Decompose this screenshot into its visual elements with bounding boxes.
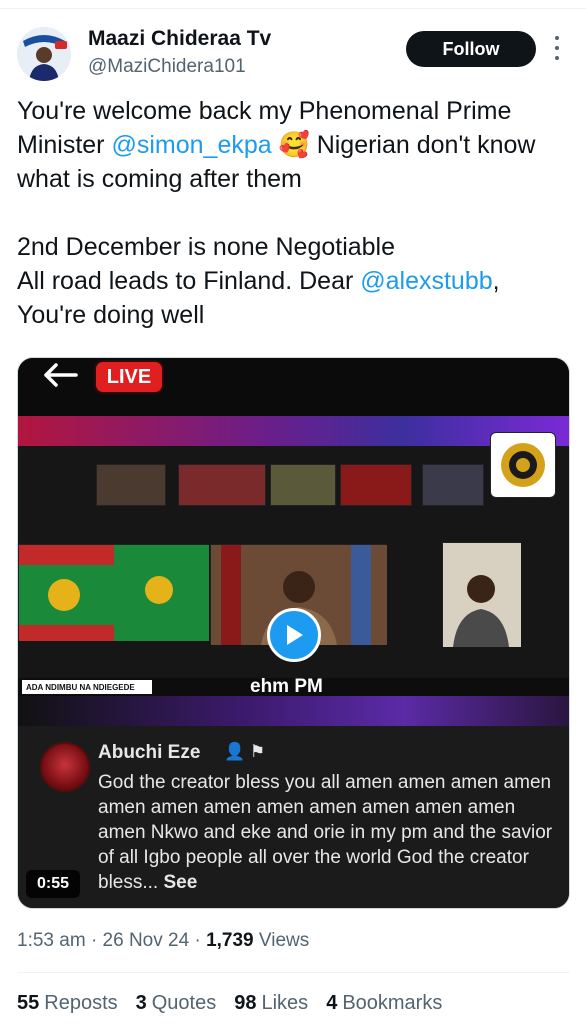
ada-label: ADA NDIMBU NA NDIEGEDE bbox=[22, 680, 152, 694]
tweet-date[interactable]: 26 Nov 24 bbox=[103, 930, 190, 951]
tweet-line: Minister @simon_ekpa 🥰 Nigerian don't kn… bbox=[17, 131, 536, 159]
see-more-link: See bbox=[163, 872, 198, 893]
overlay-caption: ehm PM bbox=[250, 676, 323, 697]
live-comment: Abuchi Eze 👤 ⚑ God the creator bless you… bbox=[18, 726, 569, 908]
quotes-stat[interactable]: 3 Quotes bbox=[136, 992, 217, 1015]
meta-divider bbox=[17, 972, 570, 973]
author-block: Maazi Chideraa Tv @MaziChidera101 bbox=[88, 27, 271, 79]
views-count: 1,739 bbox=[206, 930, 254, 951]
mention-link[interactable]: @simon_ekpa bbox=[111, 131, 271, 159]
video-tile bbox=[270, 464, 336, 506]
tweet-line: 2nd December is none Negotiable bbox=[17, 233, 396, 261]
video-media[interactable]: LIVE ADA NDIMBU NA NDIEGEDE ehm PM Abuch… bbox=[17, 357, 570, 909]
play-icon[interactable] bbox=[267, 608, 321, 662]
tweet-line: You're doing well bbox=[17, 301, 205, 329]
video-tile bbox=[18, 544, 209, 641]
video-tile bbox=[96, 464, 166, 506]
video-duration: 0:55 bbox=[26, 870, 80, 898]
tweet-meta: 1:53 am · 26 Nov 24 · 1,739 Views bbox=[17, 930, 310, 951]
engagement-stats: 55 Reposts 3 Quotes 98 Likes 4 Bookmarks bbox=[17, 992, 442, 1015]
tweet-line: what is coming after them bbox=[17, 165, 302, 193]
author-name[interactable]: Maazi Chideraa Tv bbox=[88, 27, 271, 51]
follow-button[interactable]: Follow bbox=[406, 31, 536, 67]
reposts-stat[interactable]: 55 Reposts bbox=[17, 992, 118, 1015]
mention-link[interactable]: @alexstubb bbox=[360, 267, 492, 295]
video-tile bbox=[340, 464, 412, 506]
author-handle[interactable]: @MaziChidera101 bbox=[88, 55, 271, 79]
commenter-badges: 👤 ⚑ bbox=[224, 742, 265, 762]
flag-icon: ⚑ bbox=[249, 742, 266, 761]
commenter-avatar bbox=[40, 742, 90, 792]
top-divider bbox=[0, 8, 586, 9]
tweet-text: You're welcome back my Phenomenal Prime … bbox=[17, 94, 573, 332]
person-add-icon: 👤 bbox=[224, 742, 246, 761]
comment-text: God the creator bless you all amen amen … bbox=[98, 772, 553, 893]
tweet-line: You're welcome back my Phenomenal Prime bbox=[17, 97, 512, 125]
back-arrow-icon bbox=[40, 360, 80, 395]
live-badge: LIVE bbox=[94, 360, 164, 394]
video-tile bbox=[422, 464, 484, 506]
more-icon[interactable] bbox=[546, 36, 568, 60]
commenter-name: Abuchi Eze bbox=[98, 742, 201, 763]
video-tile bbox=[178, 464, 266, 506]
likes-stat[interactable]: 98 Likes bbox=[234, 992, 308, 1015]
video-tile bbox=[442, 542, 521, 647]
channel-logo bbox=[490, 432, 556, 498]
author-avatar[interactable] bbox=[17, 27, 71, 81]
emoji: 🥰 bbox=[278, 131, 310, 159]
views-label: Views bbox=[258, 930, 310, 951]
stream-banner bbox=[18, 416, 569, 446]
stream-banner-lower bbox=[18, 696, 569, 726]
bookmarks-stat[interactable]: 4 Bookmarks bbox=[326, 992, 442, 1015]
tweet-line: All road leads to Finland. Dear @alexstu… bbox=[17, 267, 500, 295]
tweet-time[interactable]: 1:53 am bbox=[17, 930, 86, 951]
